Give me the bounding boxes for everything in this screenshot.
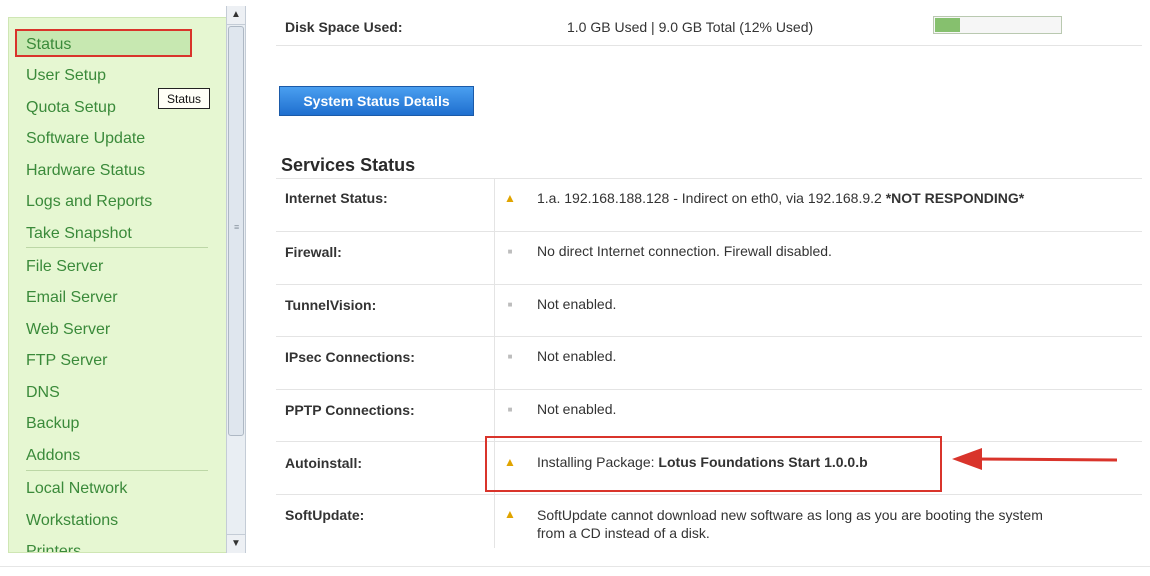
sidebar-item-workstations[interactable]: Workstations xyxy=(26,511,118,531)
internet-status-label: Internet Status: xyxy=(285,190,388,206)
row-divider xyxy=(276,45,1142,46)
sidebar-item-addons[interactable]: Addons xyxy=(26,446,80,466)
firewall-label: Firewall: xyxy=(285,244,342,260)
pptp-connections-label: PPTP Connections: xyxy=(285,402,415,418)
disk-usage-bar xyxy=(933,16,1062,34)
scroll-down-icon[interactable]: ▼ xyxy=(227,534,245,553)
row-divider xyxy=(276,231,1142,232)
row-divider xyxy=(276,494,1142,495)
warning-icon: ▲ xyxy=(504,191,516,205)
autoinstall-highlight-box xyxy=(485,436,942,492)
softupdate-text-line1: SoftUpdate cannot download new software … xyxy=(537,507,1043,523)
autoinstall-label: Autoinstall: xyxy=(285,455,362,471)
sidebar-item-status[interactable]: Status xyxy=(26,35,71,55)
system-status-details-button[interactable]: System Status Details xyxy=(279,86,474,116)
sidebar-item-local-network[interactable]: Local Network xyxy=(26,479,127,499)
row-divider xyxy=(276,178,1142,179)
services-status-title: Services Status xyxy=(281,155,416,175)
softupdate-value: SoftUpdate cannot download new software … xyxy=(537,506,1043,542)
row-divider xyxy=(276,389,1142,390)
tunnelvision-value: Not enabled. xyxy=(537,296,617,312)
sidebar-item-email-server[interactable]: Email Server xyxy=(26,288,118,308)
bottom-divider xyxy=(0,566,1150,567)
bullet-icon: ■ xyxy=(507,300,513,309)
sidebar-separator xyxy=(26,470,208,471)
internet-status-text: 1.a. 192.168.188.128 - Indirect on eth0,… xyxy=(537,190,882,206)
tunnelvision-label: TunnelVision: xyxy=(285,297,377,313)
scroll-thumb[interactable]: ≡ xyxy=(228,26,244,436)
bullet-icon: ■ xyxy=(507,352,513,361)
disk-space-label: Disk Space Used: xyxy=(285,19,403,35)
softupdate-label: SoftUpdate: xyxy=(285,507,365,523)
sidebar-item-printers[interactable]: Printers xyxy=(26,542,81,552)
status-tooltip: Status xyxy=(158,88,210,109)
sidebar-scrollbar[interactable]: ▲ ≡ ▼ xyxy=(226,6,246,553)
sidebar-item-quota-setup[interactable]: Quota Setup xyxy=(26,98,116,118)
sidebar-separator xyxy=(26,247,208,248)
disk-space-value: 1.0 GB Used | 9.0 GB Total (12% Used) xyxy=(567,19,814,35)
disk-usage-fill xyxy=(935,18,960,32)
ipsec-connections-label: IPsec Connections: xyxy=(285,349,415,365)
warning-icon: ▲ xyxy=(504,507,516,521)
sidebar-item-logs-and-reports[interactable]: Logs and Reports xyxy=(26,192,152,212)
row-divider xyxy=(276,284,1142,285)
sidebar-item-backup[interactable]: Backup xyxy=(26,414,79,434)
scroll-up-icon[interactable]: ▲ xyxy=(227,6,245,25)
firewall-value: No direct Internet connection. Firewall … xyxy=(537,243,832,259)
column-divider xyxy=(494,178,495,548)
ipsec-connections-value: Not enabled. xyxy=(537,348,617,364)
sidebar-item-web-server[interactable]: Web Server xyxy=(26,320,110,340)
red-arrow-icon xyxy=(952,448,1118,470)
internet-status-value: 1.a. 192.168.188.128 - Indirect on eth0,… xyxy=(537,190,1024,206)
sidebar-item-dns[interactable]: DNS xyxy=(26,383,60,403)
sidebar-nav: Status User Setup Quota Setup Software U… xyxy=(8,17,228,553)
internet-status-bold: *NOT RESPONDING* xyxy=(885,190,1025,206)
bullet-icon: ■ xyxy=(507,405,513,414)
bullet-icon: ■ xyxy=(507,247,513,256)
grip-icon: ≡ xyxy=(234,222,240,232)
sidebar-item-take-snapshot[interactable]: Take Snapshot xyxy=(26,224,132,244)
sidebar-item-hardware-status[interactable]: Hardware Status xyxy=(26,161,145,181)
sidebar-item-ftp-server[interactable]: FTP Server xyxy=(26,351,108,371)
row-divider xyxy=(276,336,1142,337)
sidebar-item-user-setup[interactable]: User Setup xyxy=(26,66,106,86)
sidebar-item-file-server[interactable]: File Server xyxy=(26,257,103,277)
softupdate-text-line2: from a CD instead of a disk. xyxy=(537,525,710,541)
sidebar-item-software-update[interactable]: Software Update xyxy=(26,129,145,149)
pptp-connections-value: Not enabled. xyxy=(537,401,617,417)
